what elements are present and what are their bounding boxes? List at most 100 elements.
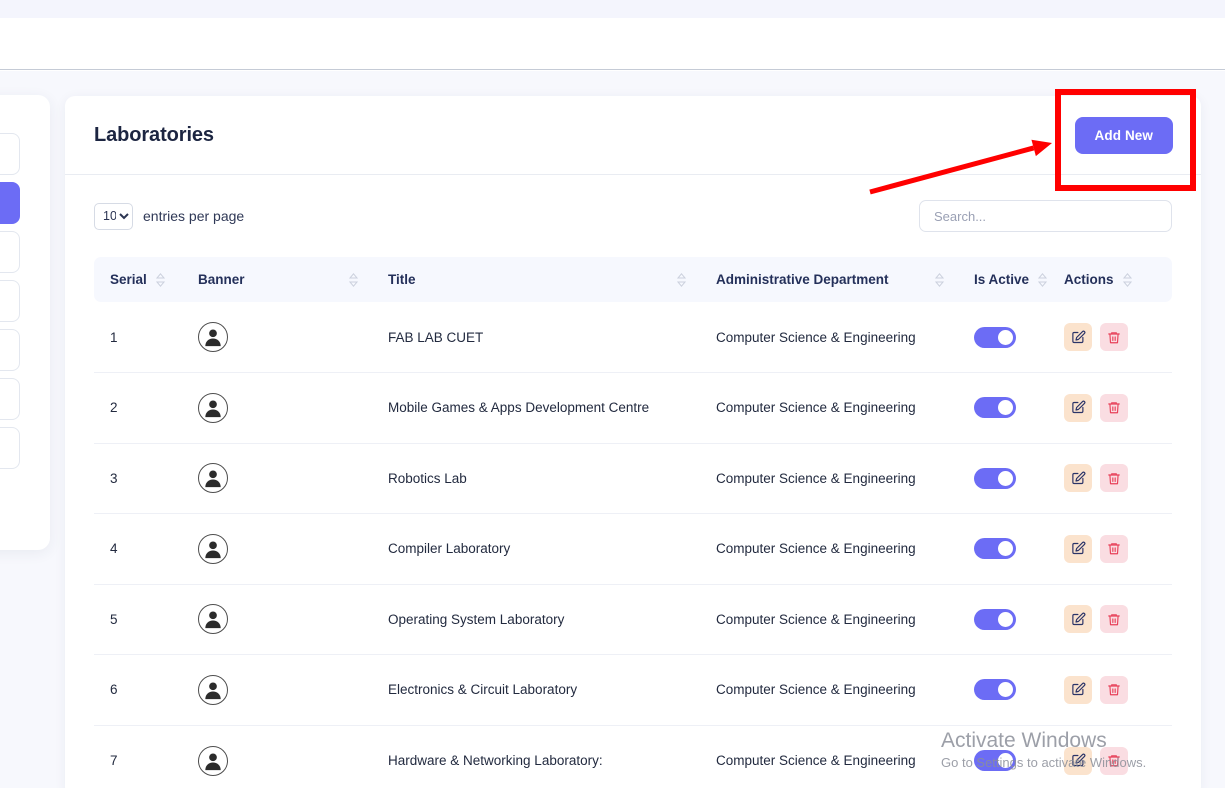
cell-serial: 6: [94, 655, 182, 726]
cell-title: Hardware & Networking Laboratory:: [372, 725, 700, 788]
title-value: Compiler Laboratory: [388, 541, 510, 556]
user-avatar-placeholder-icon: [202, 326, 224, 348]
column-label-banner: Banner: [198, 272, 245, 287]
cell-actions: [1048, 655, 1172, 726]
sort-arrows-icon: [677, 273, 686, 287]
sidebar-item-6[interactable]: [0, 378, 20, 420]
edit-row-button[interactable]: [1064, 323, 1092, 351]
serial-value: 7: [110, 753, 118, 768]
sort-arrows-icon: [1038, 273, 1047, 287]
cell-banner: [182, 514, 372, 585]
entries-per-page-label: entries per page: [143, 208, 244, 224]
add-new-button[interactable]: Add New: [1075, 117, 1173, 154]
cell-banner: [182, 302, 372, 373]
cell-administrative-department: Computer Science & Engineering: [700, 443, 958, 514]
department-value: Computer Science & Engineering: [716, 682, 916, 697]
table-row: 4 Compiler Laboratory Computer Science & E…: [94, 514, 1172, 585]
cell-administrative-department: Computer Science & Engineering: [700, 373, 958, 444]
delete-row-button[interactable]: [1100, 747, 1128, 775]
table-container: Serial Banner: [65, 257, 1201, 788]
column-header-administrative-department[interactable]: Administrative Department: [700, 257, 958, 302]
trash-bin-icon: [1107, 541, 1121, 556]
cell-title: Mobile Games & Apps Development Centre: [372, 373, 700, 444]
entries-per-page-select[interactable]: 102550100: [94, 203, 133, 230]
search-input[interactable]: [919, 200, 1172, 232]
app-root: Laboratories Add New 102550100 entries p…: [0, 0, 1225, 788]
is-active-toggle[interactable]: [974, 397, 1016, 418]
cell-actions: [1048, 514, 1172, 585]
cell-actions: [1048, 373, 1172, 444]
edit-row-button[interactable]: [1064, 394, 1092, 422]
cell-banner: [182, 443, 372, 514]
column-header-banner[interactable]: Banner: [182, 257, 372, 302]
trash-bin-icon: [1107, 753, 1121, 768]
column-header-actions[interactable]: Actions: [1048, 257, 1172, 302]
delete-row-button[interactable]: [1100, 605, 1128, 633]
is-active-toggle[interactable]: [974, 679, 1016, 700]
column-label-actions: Actions: [1064, 272, 1114, 287]
sidebar-item-2-active[interactable]: [0, 182, 20, 224]
cell-banner: [182, 725, 372, 788]
sidebar-item-4[interactable]: [0, 280, 20, 322]
column-label-is-active: Is Active: [974, 272, 1029, 287]
sidebar-item-1[interactable]: [0, 133, 20, 175]
cell-is-active: [958, 584, 1048, 655]
column-header-is-active[interactable]: Is Active: [958, 257, 1048, 302]
cell-actions: [1048, 725, 1172, 788]
row-actions: [1064, 535, 1172, 563]
cell-actions: [1048, 584, 1172, 655]
cell-administrative-department: Computer Science & Engineering: [700, 725, 958, 788]
edit-row-button[interactable]: [1064, 676, 1092, 704]
table-row: 7 Hardware & Networking Laboratory:Comput…: [94, 725, 1172, 788]
delete-row-button[interactable]: [1100, 535, 1128, 563]
banner-avatar: [198, 746, 228, 776]
sort-arrows-icon: [156, 273, 165, 287]
cell-title: Operating System Laboratory: [372, 584, 700, 655]
cell-administrative-department: Computer Science & Engineering: [700, 514, 958, 585]
column-header-serial[interactable]: Serial: [94, 257, 182, 302]
delete-row-button[interactable]: [1100, 676, 1128, 704]
edit-row-button[interactable]: [1064, 464, 1092, 492]
is-active-toggle[interactable]: [974, 750, 1016, 771]
serial-value: 6: [110, 682, 118, 697]
trash-bin-icon: [1107, 612, 1121, 627]
sidebar-item-3[interactable]: [0, 231, 20, 273]
delete-row-button[interactable]: [1100, 464, 1128, 492]
cell-title: FAB LAB CUET: [372, 302, 700, 373]
is-active-toggle[interactable]: [974, 468, 1016, 489]
cell-is-active: [958, 725, 1048, 788]
banner-avatar: [198, 534, 228, 564]
banner-avatar: [198, 393, 228, 423]
edit-pencil-square-icon: [1071, 612, 1086, 627]
is-active-toggle[interactable]: [974, 538, 1016, 559]
cell-banner: [182, 655, 372, 726]
is-active-toggle[interactable]: [974, 609, 1016, 630]
is-active-toggle[interactable]: [974, 327, 1016, 348]
sort-arrows-icon: [349, 273, 358, 287]
department-value: Computer Science & Engineering: [716, 400, 916, 415]
delete-row-button[interactable]: [1100, 394, 1128, 422]
serial-value: 2: [110, 400, 118, 415]
cell-is-active: [958, 443, 1048, 514]
banner-avatar: [198, 675, 228, 705]
title-value: FAB LAB CUET: [388, 330, 483, 345]
table-row: 5 Operating System LaboratoryComputer Sci…: [94, 584, 1172, 655]
cell-serial: 1: [94, 302, 182, 373]
cell-administrative-department: Computer Science & Engineering: [700, 584, 958, 655]
user-avatar-placeholder-icon: [202, 679, 224, 701]
edit-pencil-square-icon: [1071, 471, 1086, 486]
edit-row-button[interactable]: [1064, 747, 1092, 775]
cell-serial: 4: [94, 514, 182, 585]
edit-row-button[interactable]: [1064, 605, 1092, 633]
column-label-serial: Serial: [110, 272, 147, 287]
column-header-title[interactable]: Title: [372, 257, 700, 302]
sidebar-item-7[interactable]: [0, 427, 20, 469]
delete-row-button[interactable]: [1100, 323, 1128, 351]
row-actions: [1064, 747, 1172, 775]
user-avatar-placeholder-icon: [202, 608, 224, 630]
trash-bin-icon: [1107, 330, 1121, 345]
cell-serial: 5: [94, 584, 182, 655]
edit-row-button[interactable]: [1064, 535, 1092, 563]
sidebar-item-5[interactable]: [0, 329, 20, 371]
top-accent-strip: [0, 0, 1225, 18]
